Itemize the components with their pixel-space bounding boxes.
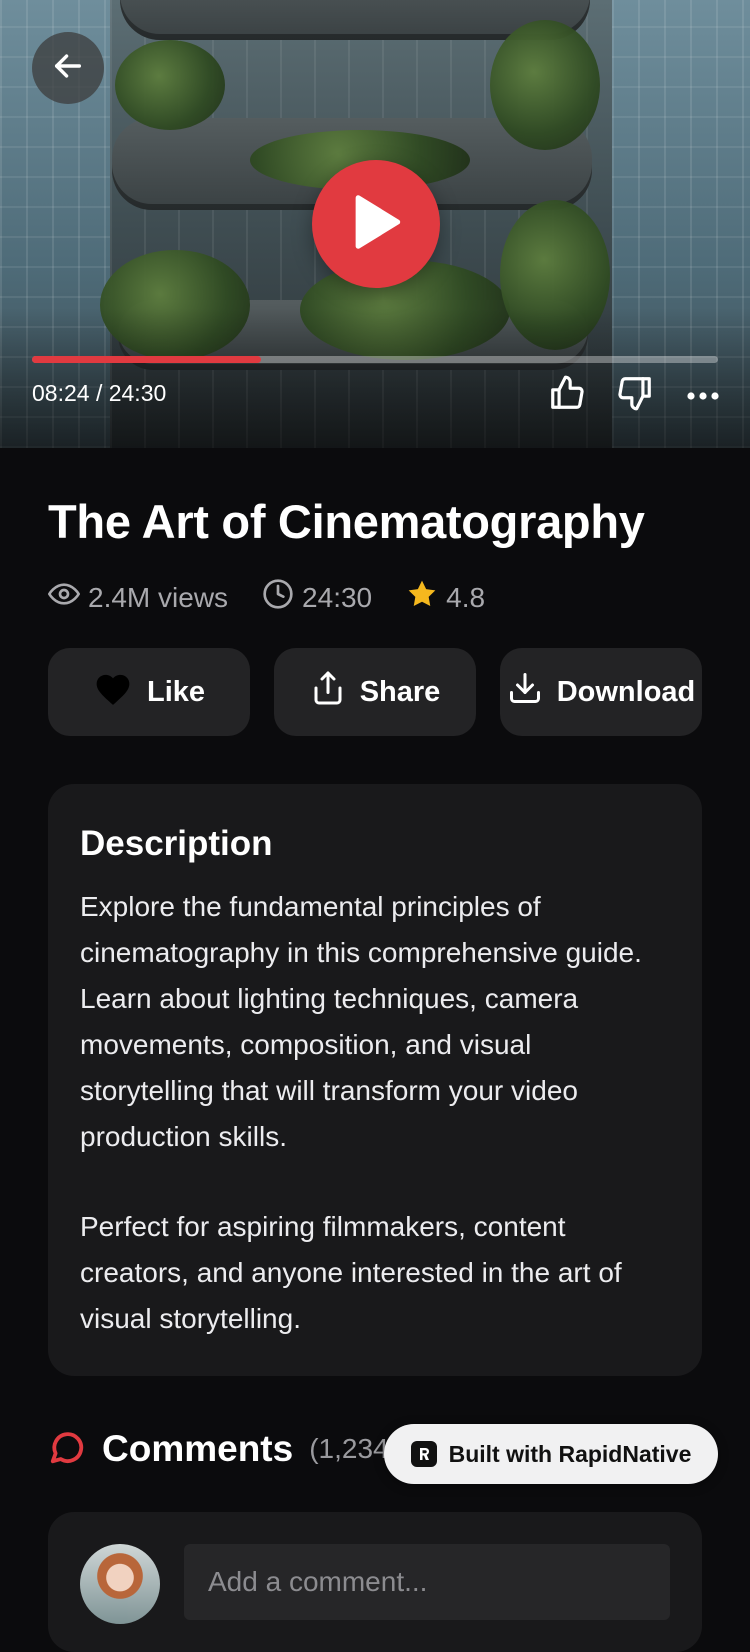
video-player[interactable]: 08:24 / 24:30 [0, 0, 750, 448]
duration-meta: 24:30 [262, 578, 372, 617]
rating-meta: 4.8 [406, 578, 485, 617]
comment-input[interactable] [184, 1544, 670, 1620]
share-label: Share [359, 675, 441, 708]
description-card: Description Explore the fundamental prin… [48, 784, 702, 1376]
video-title: The Art of Cinematography [48, 495, 645, 548]
thumbs-up-icon [548, 374, 586, 416]
download-icon [507, 670, 543, 714]
player-actions [546, 374, 724, 416]
more-horizontal-icon [686, 386, 720, 405]
foliage [490, 20, 600, 150]
play-icon [350, 194, 402, 254]
progress-fill [32, 356, 262, 363]
download-button[interactable]: Download [500, 648, 702, 736]
chat-bubble-icon [48, 1428, 86, 1470]
rapidnative-logo-icon [410, 1441, 437, 1467]
duration-value: 24:30 [302, 581, 373, 613]
clock-icon [262, 578, 294, 617]
badge-label: Built with RapidNative [448, 1440, 692, 1467]
avatar [80, 1544, 160, 1624]
progress-bar[interactable] [32, 356, 718, 363]
play-button[interactable] [312, 160, 440, 288]
eye-icon [48, 578, 80, 617]
description-paragraph: Perfect for aspiring filmmakers, content… [80, 1211, 622, 1334]
built-with-badge[interactable]: Built with RapidNative [384, 1424, 718, 1484]
like-button[interactable]: Like [48, 648, 250, 736]
thumbs-down-icon [616, 374, 654, 416]
back-button[interactable] [32, 32, 104, 104]
star-icon [406, 578, 438, 617]
share-icon [310, 670, 346, 714]
views-count: 2.4M views [88, 581, 229, 613]
dislike-video-button[interactable] [614, 374, 656, 416]
comments-header: Comments (1,234) [48, 1428, 398, 1470]
arrow-left-icon [51, 49, 85, 87]
action-buttons: Like Share Download [48, 648, 702, 736]
download-label: Download [556, 675, 696, 708]
description-paragraph: Explore the fundamental principles of ci… [80, 891, 642, 1152]
video-meta: 2.4M views 24:30 4.8 [48, 578, 519, 617]
views-meta: 2.4M views [48, 578, 228, 617]
like-label: Like [146, 675, 206, 708]
foliage [115, 40, 225, 130]
time-readout: 08:24 / 24:30 [32, 380, 167, 406]
share-button[interactable]: Share [274, 648, 476, 736]
like-video-button[interactable] [546, 374, 588, 416]
more-options-button[interactable] [682, 374, 724, 416]
description-heading: Description [80, 824, 273, 863]
rating-value: 4.8 [446, 581, 486, 613]
heart-icon [93, 670, 133, 714]
comment-composer [48, 1512, 702, 1652]
comments-title: Comments [102, 1428, 294, 1469]
